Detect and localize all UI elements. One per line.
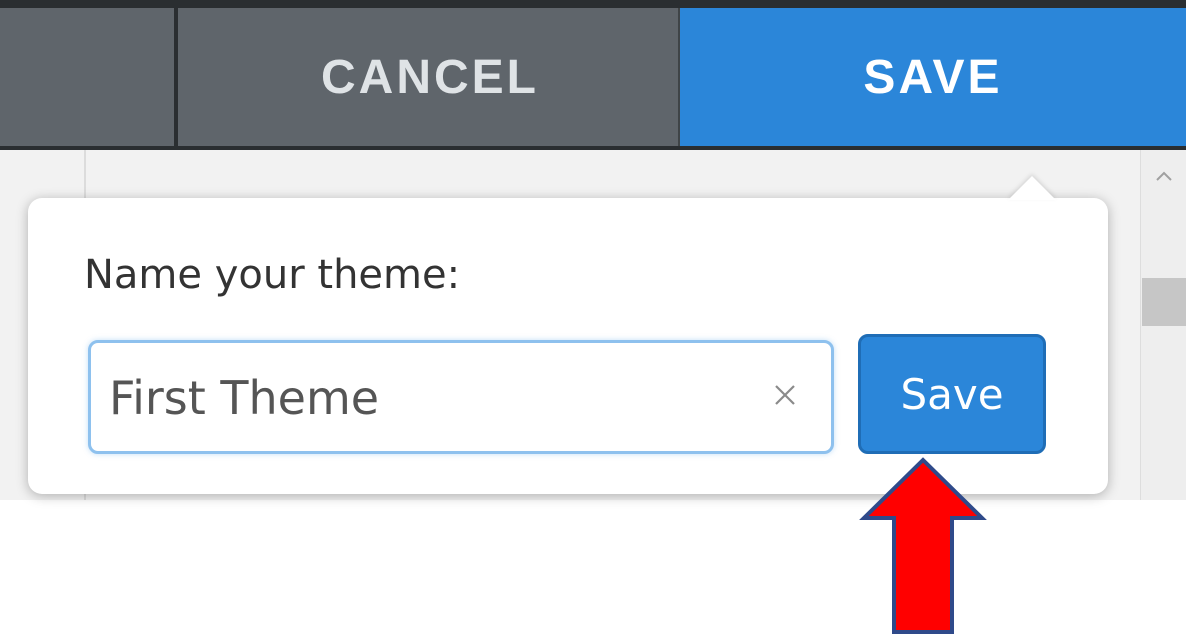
arrow-up-icon [859,457,987,634]
toolbar-left-panel [0,8,178,146]
theme-name-field-wrapper [88,340,834,454]
chevron-up-icon-svg [1156,171,1172,181]
top-toolbar: CANCEL SAVE [0,0,1186,150]
close-icon[interactable] [763,373,807,417]
cancel-button[interactable]: CANCEL [182,8,680,146]
close-icon-svg [775,385,795,405]
save-button[interactable]: SAVE [680,8,1186,146]
name-theme-popover: Name your theme: Save [28,176,1108,494]
theme-name-label: Name your theme: [84,252,461,298]
theme-name-input[interactable] [107,343,751,453]
popover-save-button[interactable]: Save [858,334,1046,454]
stage: CANCEL SAVE Name your theme: Save [0,0,1186,636]
vertical-scrollbar[interactable] [1140,150,1186,500]
popover-caret [1008,176,1056,200]
chevron-up-icon[interactable] [1141,162,1186,186]
scrollbar-thumb[interactable] [1142,278,1186,326]
